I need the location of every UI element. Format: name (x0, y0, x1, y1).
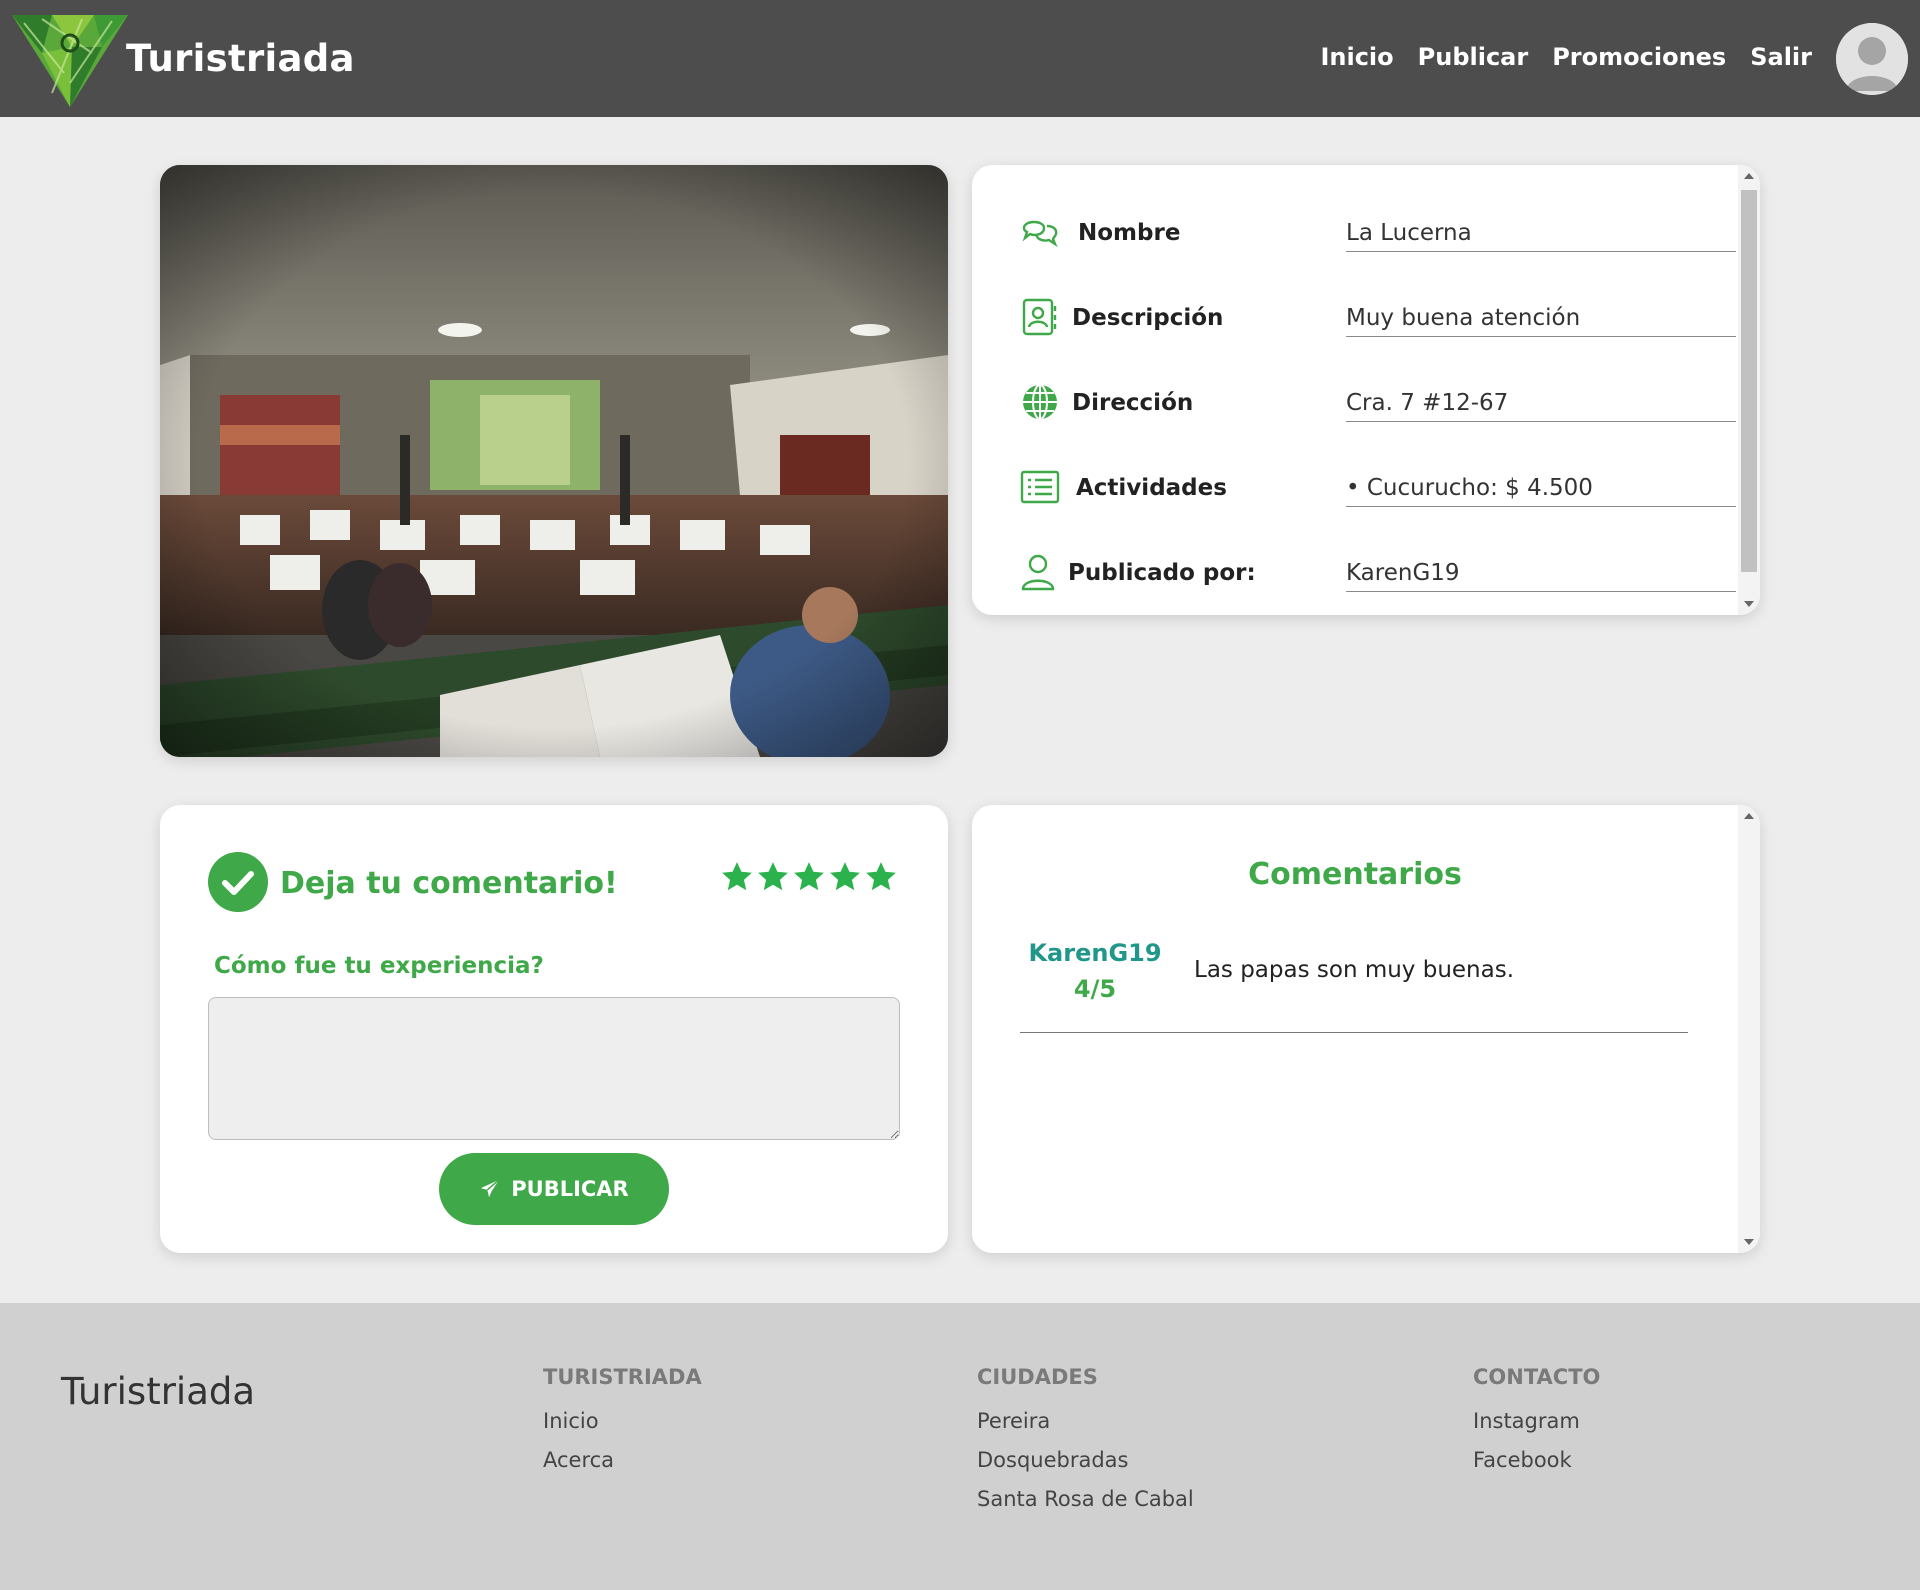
contact-card-icon (1022, 298, 1057, 336)
field-label: Nombre (1078, 220, 1181, 246)
field-value: Cra. 7 #12-67 (1346, 390, 1736, 422)
nav-inicio[interactable]: Inicio (1320, 43, 1393, 71)
comment-score: 4/5 (1073, 975, 1117, 1003)
nav-promociones[interactable]: Promociones (1552, 43, 1726, 71)
field-descripcion: Descripción Muy buena atención (1020, 287, 1736, 347)
user-avatar-icon (1836, 23, 1908, 95)
globe-icon (1023, 384, 1057, 420)
nav-salir[interactable]: Salir (1750, 43, 1812, 71)
star-icon[interactable] (720, 860, 754, 894)
star-icon[interactable] (792, 860, 826, 894)
comment-form-title: Deja tu comentario! (280, 866, 618, 901)
footer-link-inicio[interactable]: Inicio (543, 1409, 702, 1433)
field-value: Muy buena atención (1346, 305, 1736, 337)
footer-link-instagram[interactable]: Instagram (1473, 1409, 1600, 1433)
user-icon (1021, 554, 1055, 591)
footer-col-contacto: CONTACTO Instagram Facebook (1473, 1365, 1600, 1487)
nav-publicar[interactable]: Publicar (1418, 43, 1529, 71)
comment-form-card: Deja tu comentario! Cómo fue tu experien… (160, 805, 948, 1253)
publish-label: PUBLICAR (511, 1177, 629, 1201)
brand-name[interactable]: Turistriada (126, 37, 355, 80)
field-label: Actividades (1076, 475, 1227, 501)
comment-textarea[interactable] (208, 997, 900, 1140)
info-scrollbar[interactable] (1738, 165, 1760, 615)
list-icon (1020, 470, 1060, 504)
scroll-up-arrow-icon[interactable] (1744, 813, 1754, 819)
check-icon (208, 852, 268, 912)
footer-link-santa-rosa[interactable]: Santa Rosa de Cabal (977, 1487, 1194, 1511)
scroll-thumb[interactable] (1741, 190, 1757, 572)
footer-heading: CONTACTO (1473, 1365, 1601, 1389)
footer-col-ciudades: CIUDADES Pereira Dosquebradas Santa Rosa… (977, 1365, 1194, 1526)
user-avatar[interactable] (1836, 23, 1908, 95)
top-navbar: Turistriada Inicio Publicar Promociones … (0, 0, 1920, 117)
field-value: La Lucerna (1346, 220, 1736, 252)
footer-brand: Turistriada (61, 1370, 256, 1413)
star-icon[interactable] (828, 860, 862, 894)
field-actividades: Actividades • Cucurucho: $ 4.500 (1020, 457, 1736, 517)
comments-scrollbar[interactable] (1738, 805, 1760, 1253)
field-nombre: Nombre La Lucerna (1020, 202, 1736, 262)
star-icon[interactable] (864, 860, 898, 894)
scroll-down-arrow-icon[interactable] (1744, 601, 1754, 607)
field-label: Descripción (1072, 305, 1224, 331)
field-value: KarenG19 (1346, 560, 1736, 592)
scroll-up-arrow-icon[interactable] (1744, 173, 1754, 179)
field-value: • Cucurucho: $ 4.500 (1346, 475, 1736, 507)
footer-link-acerca[interactable]: Acerca (543, 1448, 702, 1472)
place-photo-card (160, 165, 948, 757)
comment-item: KarenG19 4/5 Las papas son muy buenas. (1020, 927, 1688, 1033)
star-icon[interactable] (756, 860, 790, 894)
field-publicado-por: Publicado por: KarenG19 (1020, 542, 1736, 602)
footer-col-turistriada: TURISTRIADA Inicio Acerca (543, 1365, 702, 1487)
send-icon (481, 1179, 500, 1198)
comments-title: Comentarios (1248, 857, 1462, 892)
place-info-card: Nombre La Lucerna Descripción Muy buena … (972, 165, 1760, 615)
footer-heading: CIUDADES (977, 1365, 1098, 1389)
footer-link-dosquebradas[interactable]: Dosquebradas (977, 1448, 1194, 1472)
star-rating[interactable] (720, 860, 898, 894)
comment-text: Las papas son muy buenas. (1194, 957, 1515, 983)
publish-button[interactable]: PUBLICAR (439, 1153, 669, 1225)
chat-bubbles-icon (1022, 220, 1058, 248)
experience-question: Cómo fue tu experiencia? (214, 953, 544, 979)
field-label: Publicado por: (1068, 560, 1256, 586)
footer-heading: TURISTRIADA (543, 1365, 702, 1389)
main-nav: Inicio Publicar Promociones Salir (1320, 43, 1812, 71)
field-direccion: Dirección Cra. 7 #12-67 (1020, 372, 1736, 432)
footer-link-facebook[interactable]: Facebook (1473, 1448, 1600, 1472)
field-label: Dirección (1072, 390, 1194, 416)
place-photo (160, 165, 948, 757)
scroll-down-arrow-icon[interactable] (1744, 1239, 1754, 1245)
footer-link-pereira[interactable]: Pereira (977, 1409, 1194, 1433)
comment-user[interactable]: KarenG19 (1020, 939, 1170, 967)
comments-card: Comentarios KarenG19 4/5 Las papas son m… (972, 805, 1760, 1253)
footer: Turistriada TURISTRIADA Inicio Acerca CI… (0, 1303, 1920, 1590)
logo-icon (12, 15, 128, 107)
